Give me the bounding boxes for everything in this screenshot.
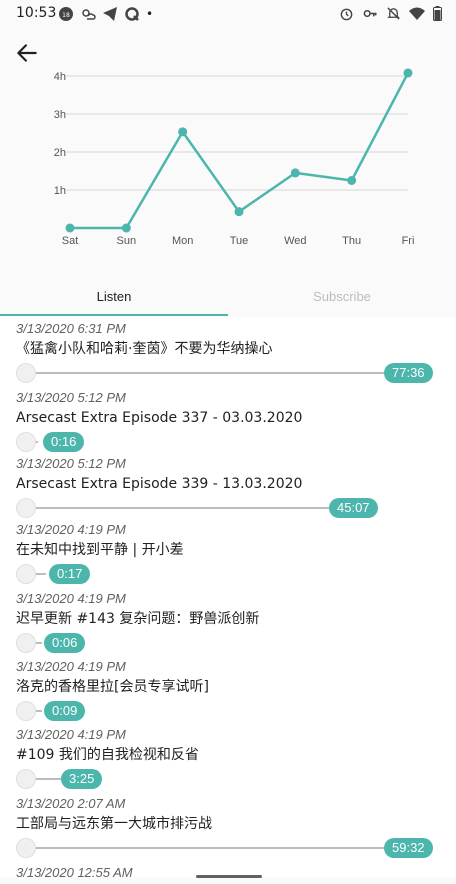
y-tick-label: 2h: [54, 147, 66, 159]
alarm-icon: [340, 8, 353, 21]
status-time: 10:53: [16, 5, 57, 21]
episode-timestamp: 3/13/2020 4:19 PM: [16, 659, 126, 674]
moon-icon: [16, 498, 36, 518]
duration-badge: 0:17: [49, 564, 91, 584]
progress-track: [36, 441, 38, 443]
progress-track: [36, 372, 384, 374]
progress-track: [36, 573, 46, 575]
moon-icon: [16, 769, 36, 789]
list-item[interactable]: 3/13/2020 4:19 PM 洛克的香格里拉[会员专享试听] 0:09: [16, 657, 440, 724]
progress-bar[interactable]: 3:25: [16, 766, 440, 792]
list-item[interactable]: 3/13/2020 6:31 PM 《猛禽小队和哈莉·奎茵》不要为华纳操心 77…: [16, 319, 440, 386]
list-item[interactable]: 3/13/2020 4:19 PM 在未知中找到平静 | 开小差 0:17: [16, 520, 440, 587]
episode-timestamp: 3/13/2020 5:12 PM: [16, 456, 126, 471]
progress-track: [36, 847, 384, 849]
tab-bar: Listen Subscribe: [0, 276, 456, 316]
battery-icon: [433, 6, 442, 21]
episode-title: #109 我们的自我检视和反省: [16, 747, 199, 763]
y-tick-label: 4h: [54, 71, 66, 83]
episode-timestamp: 3/13/2020 4:19 PM: [16, 727, 126, 742]
x-tick-label: Fri: [402, 235, 415, 247]
progress-track: [36, 642, 42, 644]
wifi-icon: [409, 7, 425, 20]
duration-badge: 0:09: [44, 701, 86, 721]
progress-bar[interactable]: 77:36: [16, 360, 440, 386]
status-dot: •: [146, 7, 154, 21]
progress-track: [36, 778, 62, 780]
moon-icon: [16, 633, 36, 653]
data-point-sat: [65, 223, 75, 233]
q-app-icon: [125, 7, 139, 21]
list-item[interactable]: 3/13/2020 5:12 PM Arsecast Extra Episode…: [16, 454, 440, 521]
episode-title: 在未知中找到平静 | 开小差: [16, 542, 184, 558]
y-tick-label: 3h: [54, 109, 66, 121]
tab-indicator: [0, 314, 228, 316]
moon-icon: [16, 432, 36, 452]
duration-badge: 0:06: [44, 633, 86, 653]
x-tick-label: Tue: [230, 235, 249, 247]
progress-track: [36, 507, 330, 509]
duration-badge: 77:36: [384, 363, 433, 383]
progress-bar[interactable]: 45:07: [16, 495, 440, 521]
episode-timestamp: 3/13/2020 6:31 PM: [16, 321, 126, 336]
x-tick-label: Mon: [172, 235, 193, 247]
vpn-key-icon: [363, 9, 377, 18]
notification-icon: 18: [59, 7, 73, 21]
episode-title: 洛克的香格里拉[会员专享试听]: [16, 679, 209, 695]
episode-title: 迟早更新 #143 复杂问题：野兽派创新: [16, 611, 260, 627]
data-point-wed: [290, 168, 300, 178]
list-item[interactable]: 3/13/2020 4:19 PM #109 我们的自我检视和反省 3:25: [16, 725, 440, 792]
progress-bar[interactable]: 59:32: [16, 835, 440, 861]
duration-badge: 59:32: [384, 838, 433, 858]
y-tick-label: 1h: [54, 185, 66, 197]
tab-listen[interactable]: Listen: [0, 276, 228, 316]
data-point-tue: [234, 207, 244, 217]
moon-icon: [16, 564, 36, 584]
data-point-sun: [121, 223, 131, 233]
episode-title: 工部局与远东第一大城市排污战: [16, 816, 212, 832]
moon-icon: [16, 701, 36, 721]
progress-bar[interactable]: 0:17: [16, 561, 440, 587]
telegram-icon: [103, 7, 117, 21]
x-tick-label: Sat: [62, 235, 79, 247]
episode-timestamp: 3/13/2020 5:12 PM: [16, 390, 126, 405]
svg-text:18: 18: [62, 12, 70, 19]
episode-timestamp: 3/13/2020 4:19 PM: [16, 522, 126, 537]
tab-subscribe[interactable]: Subscribe: [228, 276, 456, 316]
episode-title: Arsecast Extra Episode 337 - 03.03.2020: [16, 410, 303, 426]
moon-icon: [16, 838, 36, 858]
duration-badge: 3:25: [61, 769, 103, 789]
progress-track: [36, 710, 42, 712]
list-item[interactable]: 3/13/2020 4:19 PM 迟早更新 #143 复杂问题：野兽派创新 0…: [16, 589, 440, 656]
progress-bar[interactable]: 0:16: [16, 429, 440, 455]
listening-chart: 1h 2h 3h 4h Sat Sun Mon Tue Wed Thu Fri: [54, 68, 415, 247]
gesture-bar[interactable]: [196, 875, 262, 878]
episode-title: 《猛禽小队和哈莉·奎茵》不要为华纳操心: [16, 341, 273, 357]
episode-timestamp: 3/13/2020 2:07 AM: [16, 796, 126, 811]
data-point-fri: [403, 68, 413, 78]
episode-timestamp: 3/13/2020 4:19 PM: [16, 591, 126, 606]
x-tick-label: Wed: [284, 235, 306, 247]
episode-list: 3/13/2020 6:31 PM 《猛禽小队和哈莉·奎茵》不要为华纳操心 77…: [0, 317, 456, 877]
status-bar: 10:53 18 •: [0, 0, 456, 28]
x-tick-label: Thu: [342, 235, 361, 247]
data-point-mon: [178, 127, 188, 137]
episode-title: Arsecast Extra Episode 339 - 13.03.2020: [16, 476, 303, 492]
weather-icon: [82, 9, 96, 20]
x-tick-label: Sun: [117, 235, 137, 247]
duration-badge: 0:16: [43, 432, 85, 452]
series-line: [70, 72, 410, 230]
list-item[interactable]: 3/13/2020 5:12 PM Arsecast Extra Episode…: [16, 388, 440, 455]
progress-bar[interactable]: 0:06: [16, 630, 440, 656]
list-item[interactable]: 3/13/2020 2:07 AM 工部局与远东第一大城市排污战 59:32: [16, 794, 440, 861]
moon-icon: [16, 363, 36, 383]
mute-icon: [387, 7, 400, 20]
progress-bar[interactable]: 0:09: [16, 698, 440, 724]
data-point-thu: [347, 176, 357, 185]
duration-badge: 45:07: [329, 498, 378, 518]
